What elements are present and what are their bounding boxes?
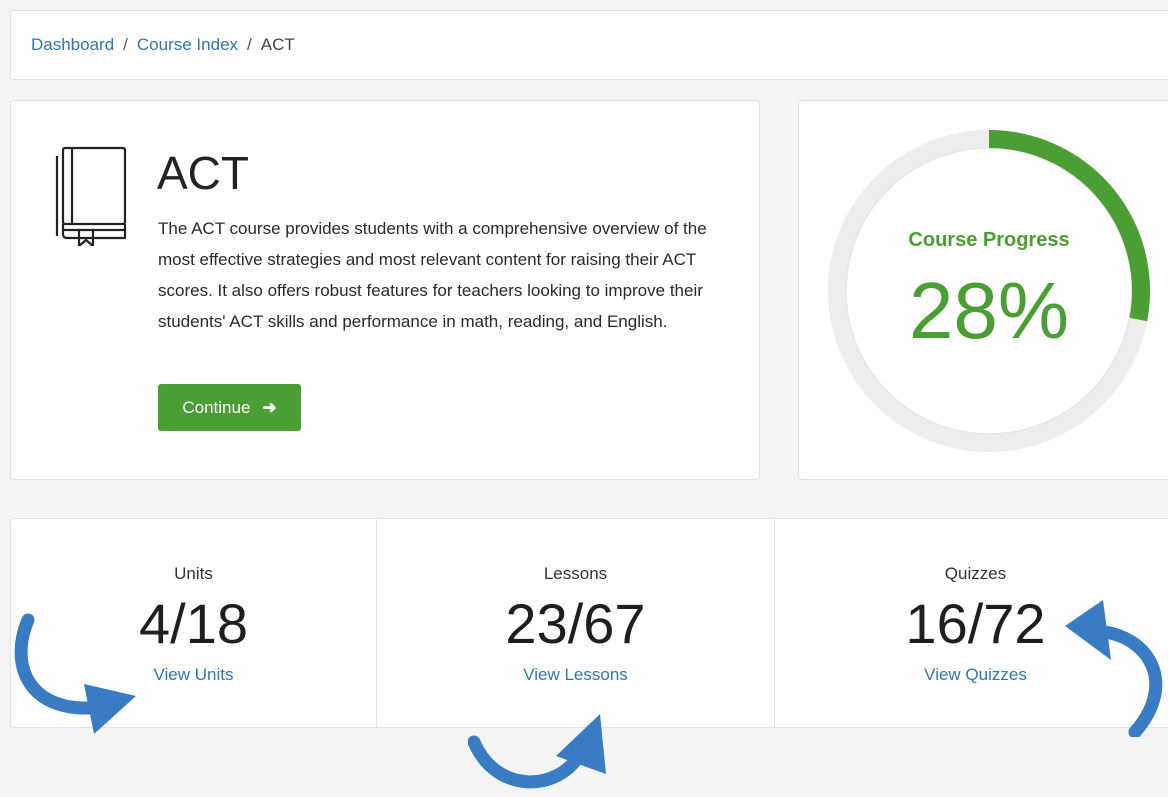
breadcrumb-separator: / <box>247 35 252 54</box>
course-stats-row: Units 4/18 View Units Lessons 23/67 View… <box>10 518 1168 728</box>
progress-label: Course Progress <box>908 229 1070 251</box>
lessons-stat: Lessons 23/67 View Lessons <box>376 519 774 727</box>
breadcrumb-separator: / <box>123 35 128 54</box>
continue-button[interactable]: Continue ➜ <box>158 384 301 431</box>
course-progress-card: Course Progress 28% <box>798 100 1168 480</box>
progress-value: 28% <box>908 266 1070 355</box>
quizzes-label: Quizzes <box>944 564 1007 583</box>
units-label: Units <box>174 564 213 583</box>
view-lessons-link[interactable]: View Lessons <box>377 665 774 685</box>
annotation-arrow-icon <box>468 714 606 789</box>
continue-button-label: Continue <box>182 397 251 417</box>
arrow-right-icon: ➜ <box>262 397 277 417</box>
breadcrumb-dashboard-link[interactable]: Dashboard <box>31 35 114 55</box>
annotation-arrow-icon <box>14 613 136 734</box>
course-title: ACT <box>157 147 249 199</box>
course-description: The ACT course provides students with a … <box>158 219 707 331</box>
annotation-arrow-icon <box>1065 600 1163 737</box>
book-icon <box>55 146 127 246</box>
course-info-card: ACT The ACT course provides students wit… <box>10 100 760 480</box>
lessons-value: 23/67 <box>505 592 646 655</box>
breadcrumb-current: ACT <box>260 35 295 54</box>
lessons-label: Lessons <box>543 564 608 583</box>
breadcrumb-course-index-link[interactable]: Course Index <box>137 35 238 55</box>
breadcrumb: Dashboard / Course Index / ACT <box>10 10 1168 80</box>
